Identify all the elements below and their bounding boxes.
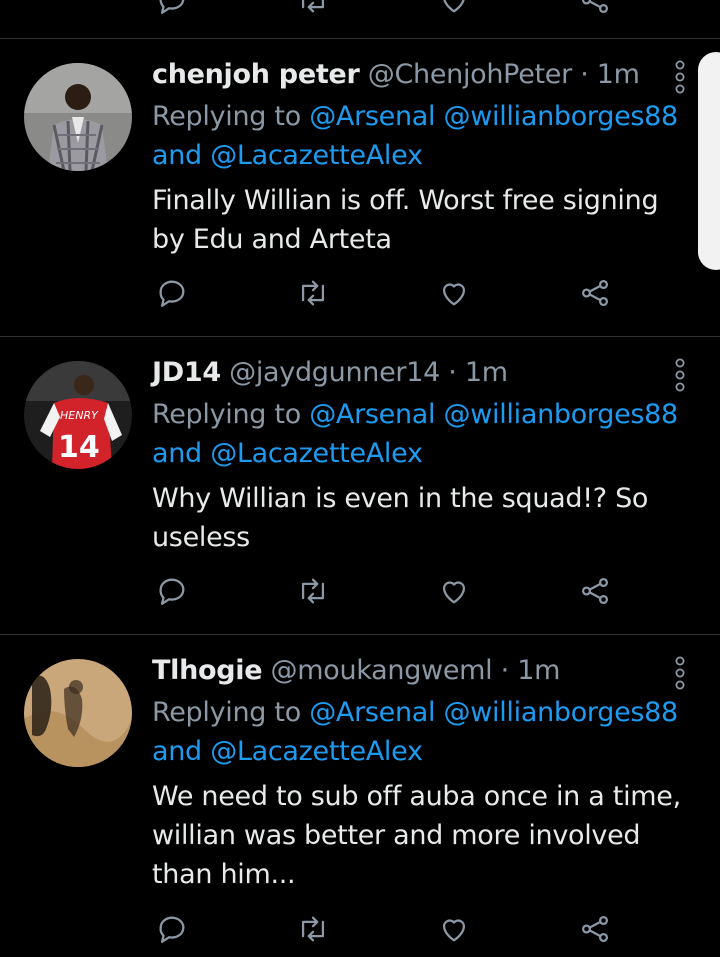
retweet-icon — [301, 578, 325, 604]
jersey-name: HENRY — [60, 409, 99, 422]
like-button[interactable] — [432, 907, 476, 951]
tweet[interactable]: HENRY 14 JD14 @jaydgunner14 · 1m Replyin… — [0, 337, 720, 635]
mention-link[interactable]: @LacazetteAlex — [210, 438, 423, 469]
share-button[interactable] — [573, 569, 617, 613]
tweet-header: Tlhogie @moukangweml · 1m — [152, 653, 560, 689]
tweet[interactable]: chenjoh peter @ChenjohPeter · 1m Replyin… — [0, 39, 720, 337]
retweet-icon — [301, 916, 325, 942]
share-icon — [581, 0, 609, 14]
previous-tweet-actions — [0, 0, 720, 28]
tweet-text: Finally Willian is off. Worst free signi… — [152, 185, 659, 255]
more-options-button[interactable] — [662, 57, 698, 97]
share-button[interactable] — [573, 271, 617, 315]
more-icon — [675, 60, 685, 94]
reply-icon — [159, 280, 185, 307]
share-button[interactable] — [573, 0, 617, 22]
avatar[interactable]: HENRY 14 — [24, 361, 132, 469]
replying-to: Replying to @Arsenal @willianborges88 an… — [152, 693, 692, 771]
more-icon — [675, 656, 685, 690]
like-icon — [442, 283, 466, 306]
retweet-button[interactable] — [291, 569, 335, 613]
mention-link[interactable]: @Arsenal — [309, 399, 435, 430]
user-handle[interactable]: @ChenjohPeter — [368, 59, 572, 90]
reply-icon — [159, 578, 185, 605]
jersey-number: 14 — [58, 430, 100, 465]
mention-link[interactable]: @LacazetteAlex — [210, 140, 423, 171]
like-icon — [443, 0, 465, 13]
share-icon — [581, 577, 609, 605]
like-button[interactable] — [432, 271, 476, 315]
avatar[interactable] — [24, 63, 132, 171]
mention-link[interactable]: @willianborges88 — [444, 697, 679, 728]
mention-link[interactable]: @LacazetteAlex — [210, 736, 423, 767]
more-options-button[interactable] — [662, 653, 698, 693]
tweet-header: chenjoh peter @ChenjohPeter · 1m — [152, 57, 640, 93]
scrollbar-thumb[interactable] — [698, 52, 720, 270]
tweet-actions — [0, 271, 720, 321]
replying-to-and: and — [152, 736, 202, 767]
share-icon — [581, 279, 609, 307]
tweet-header: JD14 @jaydgunner14 · 1m — [152, 355, 508, 391]
display-name[interactable]: chenjoh peter — [152, 59, 360, 90]
display-name[interactable]: JD14 — [152, 357, 221, 388]
mention-link[interactable]: @Arsenal — [309, 697, 435, 728]
share-icon — [581, 915, 609, 943]
timestamp: · 1m — [448, 357, 508, 388]
retweet-button[interactable] — [291, 271, 335, 315]
reply-icon — [159, 916, 185, 943]
replying-to: Replying to @Arsenal @willianborges88 an… — [152, 395, 692, 473]
timestamp: · 1m — [580, 59, 640, 90]
tweet-text: Why Willian is even in the squad!? So us… — [152, 483, 649, 553]
reply-button[interactable] — [150, 907, 194, 951]
tweet-actions — [0, 907, 720, 957]
reply-button[interactable] — [150, 0, 194, 22]
retweet-button[interactable] — [291, 907, 335, 951]
replying-to-and: and — [152, 140, 202, 171]
replying-to-label: Replying to — [152, 101, 301, 132]
avatar-photo: HENRY 14 — [24, 361, 132, 469]
reply-button[interactable] — [150, 569, 194, 613]
retweet-icon — [301, 0, 325, 13]
replying-to-label: Replying to — [152, 697, 301, 728]
tweet-text: We need to sub off auba once in a time, … — [152, 781, 681, 890]
replying-to-label: Replying to — [152, 399, 301, 430]
replying-to: Replying to @Arsenal @willianborges88 an… — [152, 97, 692, 175]
avatar[interactable] — [24, 659, 132, 767]
like-button[interactable] — [432, 0, 476, 22]
mention-link[interactable]: @willianborges88 — [444, 101, 679, 132]
user-handle[interactable]: @moukangweml — [271, 655, 493, 686]
timestamp: · 1m — [500, 655, 561, 686]
avatar-photo — [24, 63, 132, 171]
tweet-actions — [0, 569, 720, 619]
reply-button[interactable] — [150, 271, 194, 315]
more-options-button[interactable] — [662, 355, 698, 395]
avatar-photo — [24, 659, 132, 767]
share-button[interactable] — [573, 907, 617, 951]
like-icon — [442, 919, 466, 942]
retweet-button[interactable] — [291, 0, 335, 22]
like-icon — [442, 581, 466, 604]
tweet[interactable]: Tlhogie @moukangweml · 1m Replying to @A… — [0, 635, 720, 943]
user-handle[interactable]: @jaydgunner14 — [229, 357, 440, 388]
like-button[interactable] — [432, 569, 476, 613]
retweet-icon — [301, 280, 325, 306]
mention-link[interactable]: @Arsenal — [309, 101, 435, 132]
replying-to-and: and — [152, 438, 202, 469]
display-name[interactable]: Tlhogie — [152, 655, 263, 686]
mention-link[interactable]: @willianborges88 — [444, 399, 679, 430]
reply-icon — [159, 0, 185, 14]
more-icon — [675, 358, 685, 392]
